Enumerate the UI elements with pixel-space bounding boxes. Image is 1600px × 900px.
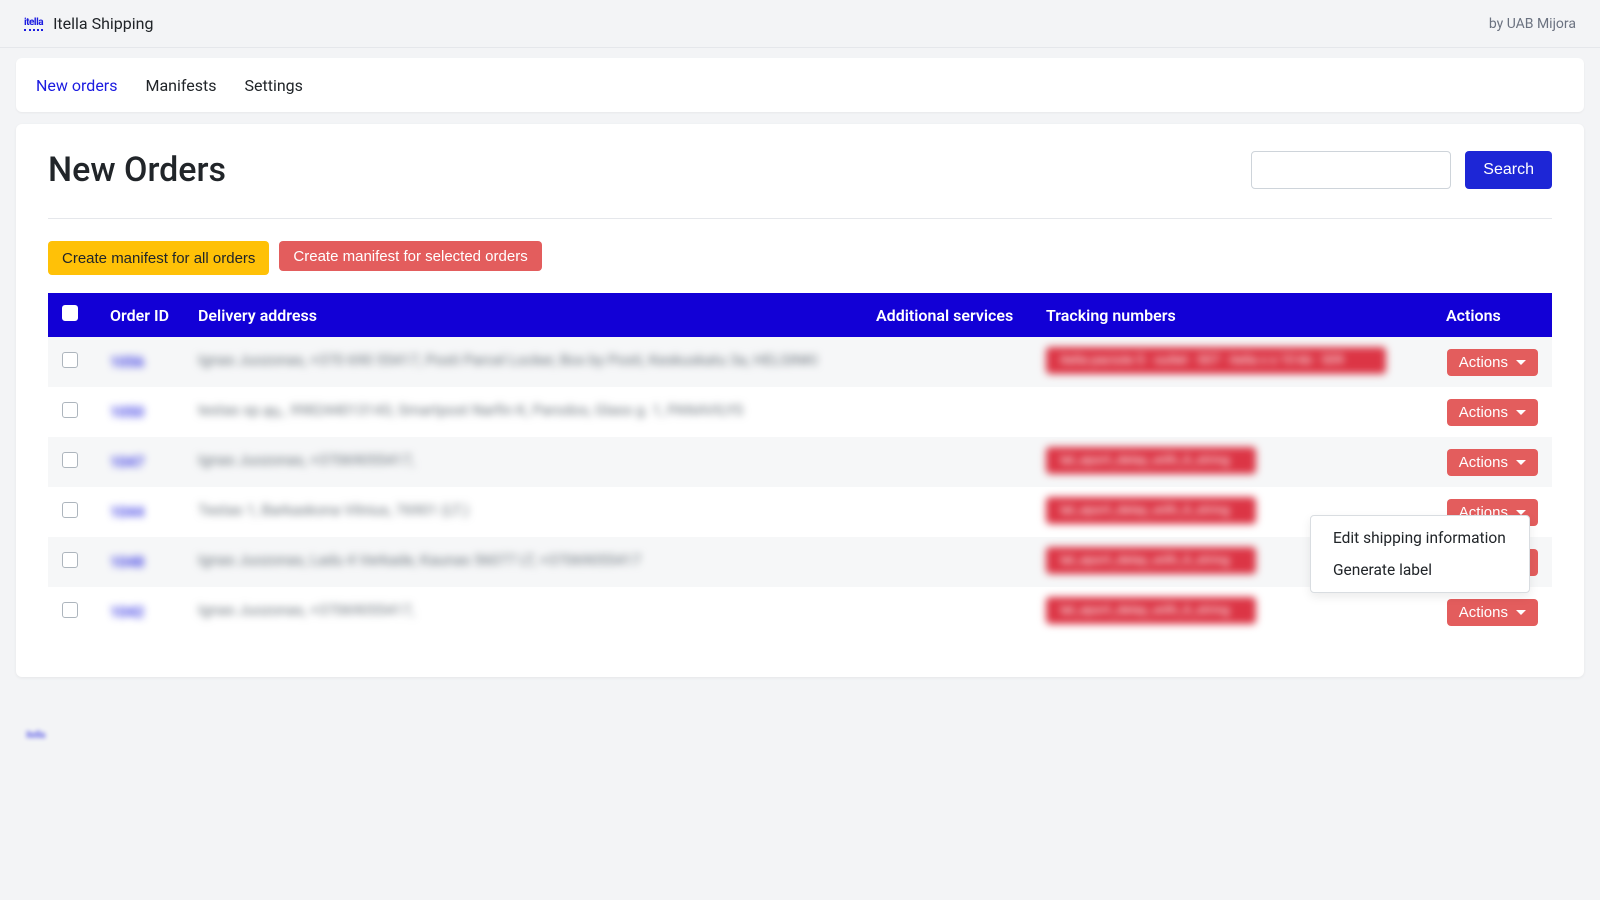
caret-down-icon (1516, 610, 1526, 615)
actions-button[interactable]: Actions (1447, 349, 1538, 376)
row-checkbox[interactable] (62, 602, 78, 618)
actions-button-label: Actions (1459, 404, 1508, 421)
actions-dropdown: Edit shipping information Generate label (1310, 515, 1530, 593)
tabs-card: New orders Manifests Settings (16, 58, 1584, 112)
order-id-link[interactable]: 1042 (110, 603, 144, 621)
table-row: 1042 Ignas Juozonas, +37069055417, lat_epo… (48, 587, 1552, 637)
delivery-address: Ignas Juozonas, +37069055417, (198, 451, 414, 469)
app-logo: itella (24, 17, 43, 31)
order-id-link[interactable]: 1044 (110, 503, 144, 521)
additional-services (862, 437, 1032, 487)
caret-down-icon (1516, 360, 1526, 365)
caret-down-icon (1516, 410, 1526, 415)
tracking-badge: lat_eport_delay_with_it_string (1046, 547, 1256, 574)
additional-services (862, 337, 1032, 387)
delivery-address: testas sp.ąų., 998244013143, Smartpost N… (198, 401, 743, 419)
delivery-address: Ignas Juozonas, Ladu 4 Verkade, Kaunas 5… (198, 551, 641, 569)
app-title: Itella Shipping (53, 14, 153, 33)
tracking-badge: lat_eport_delay_with_it_string (1046, 497, 1256, 524)
table-row: 1047 Ignas Juozonas, +37069055417, lat_epo… (48, 437, 1552, 487)
caret-down-icon (1516, 460, 1526, 465)
actions-button[interactable]: Actions (1447, 599, 1538, 626)
search-input[interactable] (1251, 151, 1451, 189)
tab-settings[interactable]: Settings (245, 76, 303, 95)
row-checkbox[interactable] (62, 502, 78, 518)
dropdown-edit-shipping[interactable]: Edit shipping information (1311, 522, 1529, 554)
row-checkbox[interactable] (62, 352, 78, 368)
table-row: 1056 Ignas Juozonas, +370 690 55417, Post… (48, 337, 1552, 387)
row-checkbox[interactable] (62, 402, 78, 418)
th-address: Delivery address (184, 293, 862, 337)
main-card: New Orders Search Create manifest for al… (16, 124, 1584, 677)
delivery-address: Ignas Juozonas, +37069055417, (198, 601, 414, 619)
actions-button[interactable]: Actions (1447, 449, 1538, 476)
footer-logo (26, 724, 52, 740)
create-manifest-all-button[interactable]: Create manifest for all orders (48, 241, 269, 275)
tracking-badge: itella paciute S · outlet · S07 · itella… (1046, 347, 1386, 374)
additional-services (862, 487, 1032, 537)
delivery-address: Ignas Juozonas, +370 690 55417, Posti Pa… (198, 351, 818, 369)
actions-button-label: Actions (1459, 604, 1508, 621)
select-all-checkbox[interactable] (62, 305, 78, 321)
app-topbar: itella Itella Shipping by UAB Mijora (0, 0, 1600, 48)
th-services: Additional services (862, 293, 1032, 337)
th-tracking: Tracking numbers (1032, 293, 1432, 337)
create-manifest-selected-button[interactable]: Create manifest for selected orders (279, 241, 541, 271)
additional-services (862, 587, 1032, 637)
order-id-link[interactable]: 1056 (110, 353, 144, 371)
order-id-link[interactable]: 1050 (110, 403, 144, 421)
actions-button-label: Actions (1459, 354, 1508, 371)
additional-services (862, 537, 1032, 587)
actions-button[interactable]: Actions (1447, 399, 1538, 426)
row-checkbox[interactable] (62, 452, 78, 468)
tracking-badge: lat_eport_delay_with_it_string (1046, 447, 1256, 474)
tracking-badge: lat_eport_delay_with_it_string (1046, 597, 1256, 624)
tab-new-orders[interactable]: New orders (36, 76, 117, 95)
actions-button-label: Actions (1459, 454, 1508, 471)
row-checkbox[interactable] (62, 552, 78, 568)
th-order-id: Order ID (96, 293, 184, 337)
additional-services (862, 387, 1032, 437)
order-id-link[interactable]: 1047 (110, 453, 144, 471)
dropdown-generate-label[interactable]: Generate label (1311, 554, 1529, 586)
page-title: New Orders (48, 150, 226, 190)
th-actions: Actions (1432, 293, 1552, 337)
tab-manifests[interactable]: Manifests (145, 76, 216, 95)
search-button[interactable]: Search (1465, 151, 1552, 189)
order-id-link[interactable]: 1048 (110, 553, 144, 571)
caret-down-icon (1516, 510, 1526, 515)
table-row: 1050 testas sp.ąų., 998244013143, Smartpo… (48, 387, 1552, 437)
byline: by UAB Mijora (1489, 16, 1576, 32)
delivery-address: Testas 1, Barkaskona Vilnius, 76901 (LT.… (198, 501, 469, 519)
